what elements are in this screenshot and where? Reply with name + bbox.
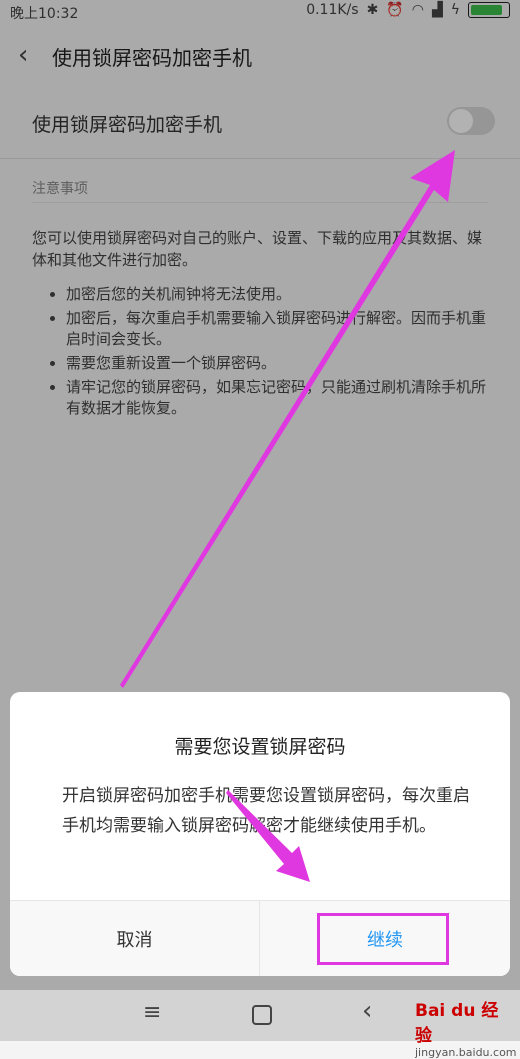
settings-screen: 晚上10:32 0.11K/s ✱ ⏰ ◠ ▟ ϟ ‹ 使用锁屏密码加密手机 使…	[0, 0, 520, 1059]
home-icon[interactable]	[252, 1005, 272, 1025]
nav-back-icon[interactable]: ‹	[362, 996, 372, 1026]
watermark-brand: Bai du 经验	[415, 1001, 499, 1046]
continue-highlight-box	[317, 913, 449, 965]
dialog-title: 需要您设置锁屏密码	[174, 736, 346, 758]
baidu-watermark: Bai du 经验 jingyan.baidu.com	[415, 996, 517, 1059]
watermark-url: jingyan.baidu.com	[415, 1046, 517, 1059]
menu-icon[interactable]: ≡	[143, 1000, 161, 1025]
dialog-message: 开启锁屏密码加密手机需要您设置锁屏密码，每次重启手机均需要输入锁屏密码解密才能继…	[62, 786, 470, 836]
cancel-button[interactable]: 取消	[10, 901, 260, 976]
